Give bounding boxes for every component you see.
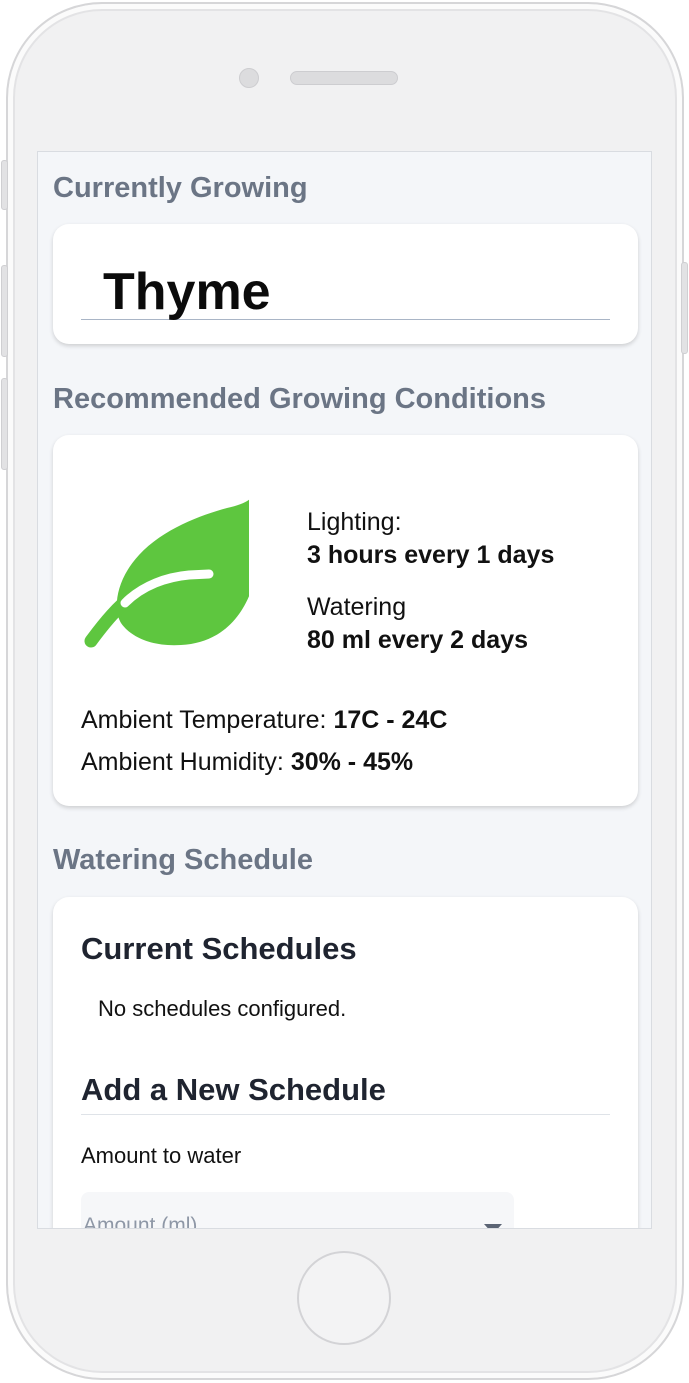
front-camera (239, 68, 259, 88)
plant-name: Thyme (103, 263, 271, 321)
watering-schedule-card: Current Schedules No schedules configure… (53, 897, 638, 1229)
ambient-temperature: Ambient Temperature: 17C - 24C (81, 706, 447, 735)
add-schedule-divider (81, 1114, 610, 1115)
caret-down-icon (484, 1224, 502, 1228)
app-screen: Currently Growing Thyme Recommended Grow… (37, 151, 652, 1229)
mute-switch (1, 160, 8, 210)
ambient-humidity-value: 30% - 45% (290, 748, 414, 776)
ambient-temperature-label: Ambient Temperature: (81, 706, 327, 734)
earpiece-speaker (290, 71, 398, 85)
volume-up-button (1, 265, 8, 357)
amount-to-water-label: Amount to water (81, 1143, 242, 1168)
phone-frame: Currently Growing Thyme Recommended Grow… (0, 0, 689, 1383)
growing-conditions-title: Recommended Growing Conditions (53, 383, 547, 415)
amount-placeholder: Amount (ml) (83, 1214, 198, 1229)
home-button[interactable] (297, 1251, 391, 1345)
lighting-value: 3 hours every 1 days (307, 541, 555, 569)
ambient-humidity: Ambient Humidity: 30% - 45% (81, 748, 413, 777)
growing-conditions-card: Lighting: 3 hours every 1 days Watering … (53, 435, 638, 806)
watering-value: 80 ml every 2 days (307, 626, 528, 654)
ambient-humidity-label: Ambient Humidity: (81, 748, 284, 776)
current-plant-card: Thyme (53, 224, 638, 344)
add-schedule-heading: Add a New Schedule (81, 1072, 386, 1107)
amount-select[interactable]: Amount (ml) (81, 1192, 514, 1229)
volume-down-button (1, 378, 8, 470)
lighting-label: Lighting: (307, 508, 402, 536)
current-schedules-heading: Current Schedules (81, 931, 357, 966)
power-button (681, 262, 688, 354)
ambient-temperature-value: 17C - 24C (333, 706, 448, 734)
plant-name-field[interactable]: Thyme (81, 232, 610, 321)
currently-growing-title: Currently Growing (53, 172, 308, 204)
watering-schedule-title: Watering Schedule (53, 844, 313, 876)
leaf-icon (84, 499, 249, 648)
watering-label: Watering (307, 593, 407, 621)
empty-schedules-message: No schedules configured. (98, 996, 347, 1021)
